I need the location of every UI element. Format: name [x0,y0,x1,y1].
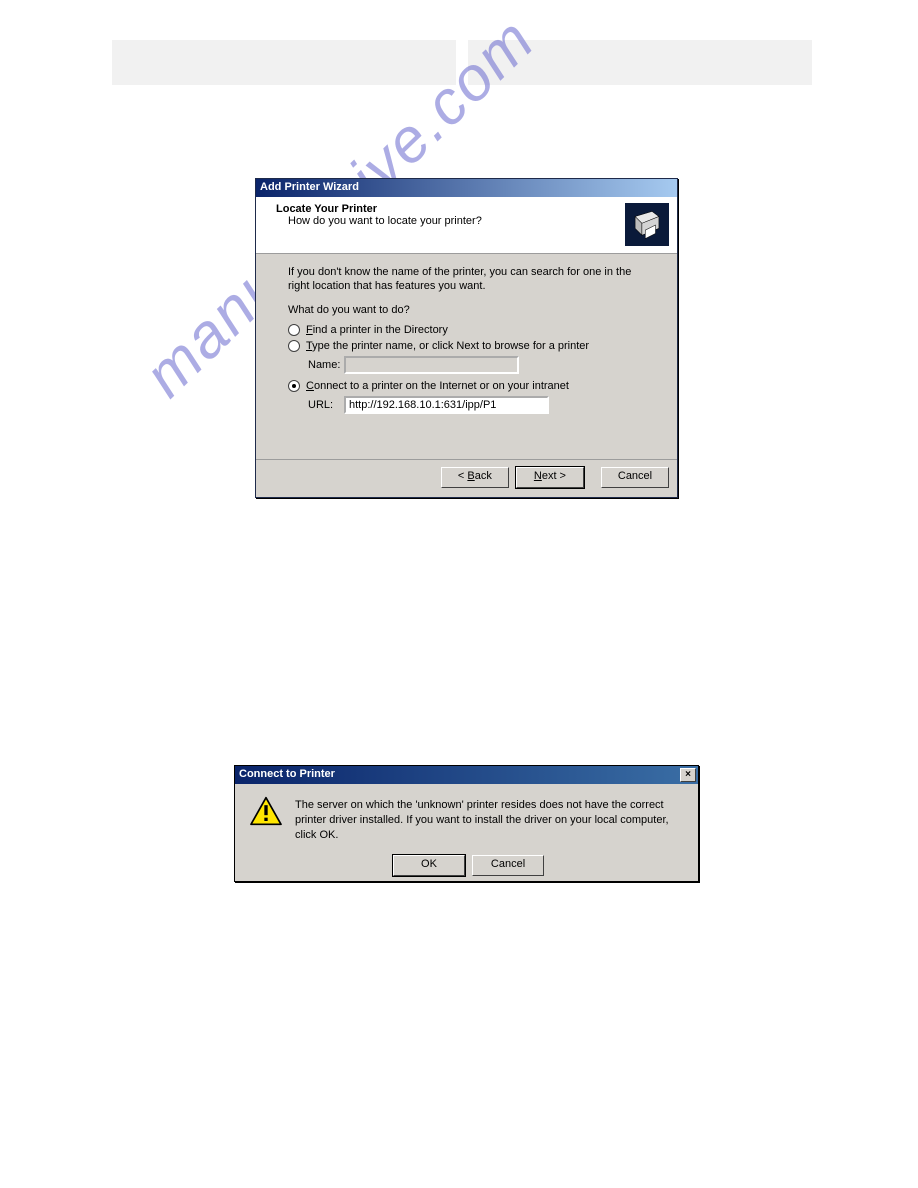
msgbox-text: The server on which the 'unknown' printe… [295,798,684,843]
radio-icon [288,324,300,336]
cancel-button[interactable]: Cancel [472,855,544,876]
add-printer-wizard-window: Add Printer Wizard Locate Your Printer H… [255,178,678,498]
close-button[interactable]: × [680,768,696,782]
name-input[interactable] [344,356,519,374]
url-label: URL: [308,399,344,411]
radio-connect-internet[interactable]: Connect to a printer on the Internet or … [288,380,645,392]
msgbox-title: Connect to Printer [239,768,335,780]
url-field-row: URL: [308,396,645,414]
radio-type-name[interactable]: Type the printer name, or click Next to … [288,340,645,352]
next-button[interactable]: Next > [516,467,584,488]
radio-label: Connect to a printer on the Internet or … [306,380,569,392]
wizard-prompt: What do you want to do? [288,304,645,316]
name-label: Name: [308,359,344,371]
page-banner [112,40,812,85]
warning-icon [249,796,283,826]
back-button[interactable]: < Back [441,467,509,488]
radio-label: Type the printer name, or click Next to … [306,340,589,352]
wizard-button-bar: < Back Next > Cancel [256,459,677,497]
radio-find-directory[interactable]: Find a printer in the Directory [288,324,645,336]
wizard-header-subtitle: How do you want to locate your printer? [276,215,667,227]
wizard-header: Locate Your Printer How do you want to l… [256,197,677,254]
wizard-title: Add Printer Wizard [260,181,359,193]
wizard-body: If you don't know the name of the printe… [256,254,677,414]
wizard-intro-text: If you don't know the name of the printe… [288,266,645,294]
wizard-header-title: Locate Your Printer [276,203,667,215]
msgbox-titlebar: Connect to Printer × [235,766,698,784]
cancel-button[interactable]: Cancel [601,467,669,488]
radio-label: Find a printer in the Directory [306,324,448,336]
printer-icon [625,203,669,246]
url-input[interactable] [344,396,549,414]
radio-icon [288,380,300,392]
wizard-titlebar: Add Printer Wizard [256,179,677,197]
msgbox-body: The server on which the 'unknown' printe… [235,784,698,843]
name-field-row: Name: [308,356,645,374]
connect-to-printer-dialog: Connect to Printer × The server on which… [234,765,699,882]
radio-icon [288,340,300,352]
ok-button[interactable]: OK [393,855,465,876]
banner-gap [456,40,468,85]
msgbox-button-row: OK Cancel [235,843,698,876]
